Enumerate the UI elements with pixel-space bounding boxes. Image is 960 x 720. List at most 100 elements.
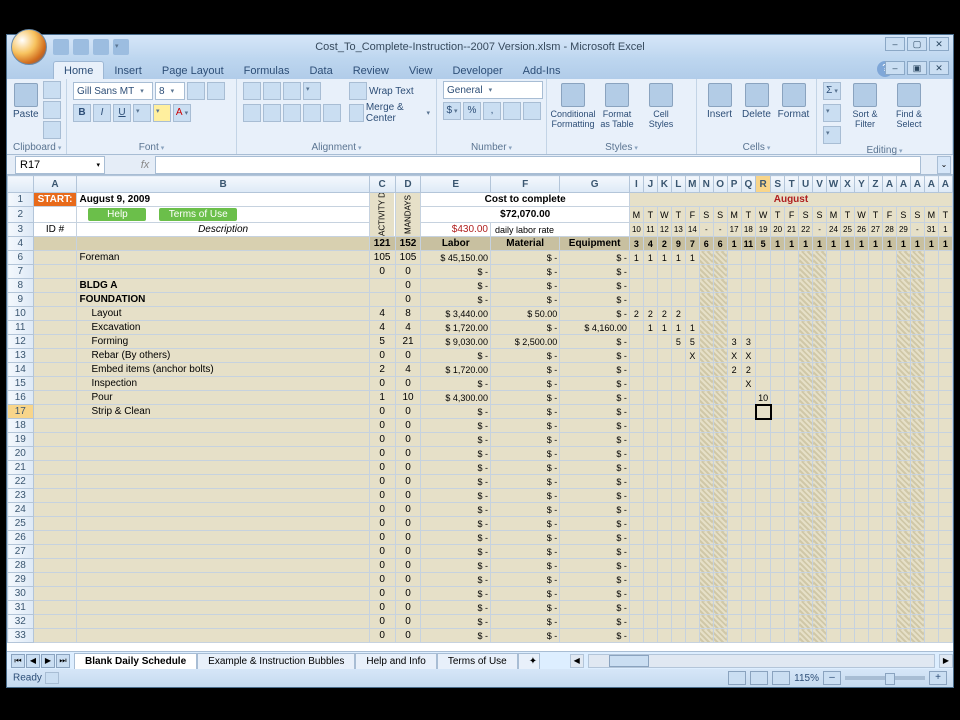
day-cell[interactable]: [713, 321, 727, 335]
day-cell[interactable]: [685, 391, 699, 405]
day-cell[interactable]: [685, 447, 699, 461]
day-cell[interactable]: [741, 587, 756, 601]
day-cell[interactable]: [699, 391, 713, 405]
day-cell[interactable]: [924, 377, 938, 391]
day-cell[interactable]: [713, 587, 727, 601]
day-cell[interactable]: X: [685, 349, 699, 363]
day-cell[interactable]: [713, 629, 727, 643]
find-select-button[interactable]: Find & Select: [889, 81, 929, 129]
day-cell[interactable]: [699, 559, 713, 573]
day-cell[interactable]: [727, 629, 741, 643]
hscroll-bar[interactable]: [588, 654, 935, 668]
day-cell[interactable]: [643, 573, 657, 587]
formula-bar-expand[interactable]: ⌄: [937, 156, 951, 174]
day-cell[interactable]: 1: [643, 251, 657, 265]
day-cell[interactable]: [813, 335, 827, 349]
day-cell[interactable]: [938, 615, 952, 629]
labor-cell[interactable]: $ 4,300.00: [421, 391, 491, 405]
day-cell[interactable]: [643, 503, 657, 517]
day-cell[interactable]: [924, 615, 938, 629]
day-cell[interactable]: 2: [643, 307, 657, 321]
activity-days-cell[interactable]: 4: [369, 307, 395, 321]
day-cell[interactable]: [896, 531, 910, 545]
day-cell[interactable]: [727, 293, 741, 307]
equipment-cell[interactable]: $ -: [560, 265, 630, 279]
day-cell[interactable]: 1: [671, 321, 685, 335]
day-cell[interactable]: [657, 335, 671, 349]
day-cell[interactable]: [868, 489, 882, 503]
day-cell[interactable]: 1: [685, 251, 699, 265]
day-cell[interactable]: [868, 279, 882, 293]
font-size-select[interactable]: 8: [155, 82, 185, 100]
copy-icon[interactable]: [43, 101, 61, 119]
day-cell[interactable]: [771, 559, 785, 573]
day-cell[interactable]: [799, 251, 813, 265]
day-cell[interactable]: [924, 461, 938, 475]
equipment-cell[interactable]: $ -: [560, 251, 630, 265]
day-cell[interactable]: [657, 363, 671, 377]
day-cell[interactable]: [713, 559, 727, 573]
day-cell[interactable]: [799, 629, 813, 643]
day-cell[interactable]: [813, 363, 827, 377]
day-cell[interactable]: [882, 601, 896, 615]
day-cell[interactable]: [882, 587, 896, 601]
day-cell[interactable]: [882, 573, 896, 587]
day-cell[interactable]: [727, 419, 741, 433]
day-cell[interactable]: [799, 307, 813, 321]
day-cell[interactable]: [868, 349, 882, 363]
zoom-out-button[interactable]: –: [823, 671, 841, 685]
view-layout-icon[interactable]: [750, 671, 768, 685]
day-cell[interactable]: [910, 279, 924, 293]
day-cell[interactable]: [727, 615, 741, 629]
day-cell[interactable]: [882, 377, 896, 391]
day-cell[interactable]: [841, 629, 855, 643]
day-cell[interactable]: [756, 293, 771, 307]
day-cell[interactable]: 2: [741, 363, 756, 377]
day-cell[interactable]: [685, 531, 699, 545]
day-cell[interactable]: [713, 545, 727, 559]
tab-data[interactable]: Data: [299, 62, 342, 79]
mandays-cell[interactable]: 4: [395, 363, 421, 377]
mandays-cell[interactable]: 8: [395, 307, 421, 321]
day-cell[interactable]: [756, 587, 771, 601]
day-cell[interactable]: [854, 377, 868, 391]
day-cell[interactable]: [643, 545, 657, 559]
day-cell[interactable]: [713, 335, 727, 349]
day-cell[interactable]: [671, 615, 685, 629]
day-cell[interactable]: [854, 279, 868, 293]
view-normal-icon[interactable]: [728, 671, 746, 685]
day-cell[interactable]: [841, 615, 855, 629]
day-cell[interactable]: [868, 447, 882, 461]
day-cell[interactable]: [882, 251, 896, 265]
day-cell[interactable]: [882, 531, 896, 545]
day-cell[interactable]: [882, 265, 896, 279]
sheet-nav-prev[interactable]: ◀: [26, 654, 40, 668]
day-cell[interactable]: [896, 489, 910, 503]
day-cell[interactable]: [657, 545, 671, 559]
day-cell[interactable]: [713, 391, 727, 405]
day-cell[interactable]: [910, 335, 924, 349]
day-cell[interactable]: [799, 559, 813, 573]
day-cell[interactable]: [827, 349, 841, 363]
grow-font-icon[interactable]: [187, 82, 205, 100]
day-cell[interactable]: [727, 573, 741, 587]
day-cell[interactable]: [771, 377, 785, 391]
day-cell[interactable]: [629, 265, 643, 279]
day-cell[interactable]: [841, 265, 855, 279]
wrap-text-button[interactable]: Wrap Text: [349, 81, 430, 101]
day-cell[interactable]: [910, 433, 924, 447]
day-cell[interactable]: [741, 601, 756, 615]
day-cell[interactable]: [671, 629, 685, 643]
day-cell[interactable]: [685, 293, 699, 307]
day-cell[interactable]: [938, 363, 952, 377]
day-cell[interactable]: [924, 321, 938, 335]
day-cell[interactable]: [685, 405, 699, 419]
day-cell[interactable]: [671, 405, 685, 419]
day-cell[interactable]: [938, 335, 952, 349]
day-cell[interactable]: [629, 587, 643, 601]
day-cell[interactable]: [882, 391, 896, 405]
activity-days-cell[interactable]: 0: [369, 349, 395, 363]
day-cell[interactable]: [643, 293, 657, 307]
macro-record-icon[interactable]: [45, 672, 59, 684]
mandays-cell[interactable]: 10: [395, 391, 421, 405]
